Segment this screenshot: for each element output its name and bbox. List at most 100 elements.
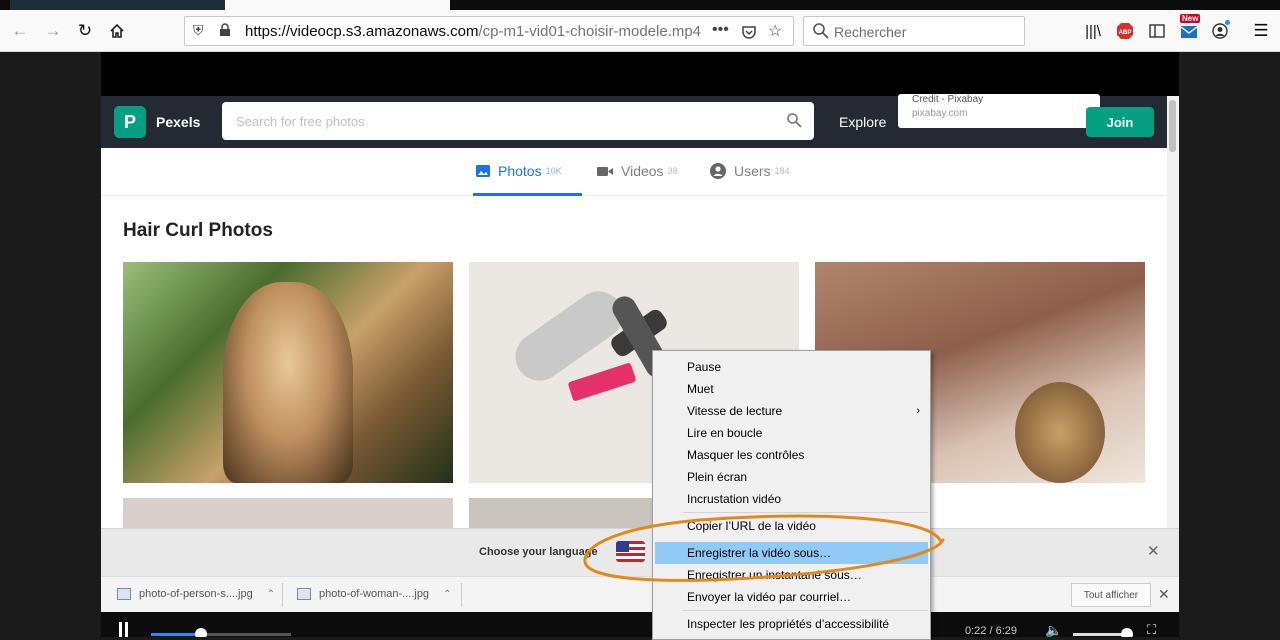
pexels-logo: P [114, 106, 146, 138]
menu-separator [683, 512, 928, 513]
file-icon [117, 588, 131, 600]
menu-item-label: Muet [687, 382, 714, 396]
page-actions-icon[interactable]: ••• [712, 21, 729, 39]
menu-item-loop[interactable]: Lire en boucle [655, 422, 928, 444]
tab-active[interactable] [225, 0, 450, 10]
pexels-page: Photos 10K Videos 38 Users 184 Hair Curl Ph… [101, 148, 1167, 538]
home-icon[interactable] [106, 20, 128, 42]
back-icon[interactable]: ← [9, 20, 31, 42]
menu-item-save-video-as[interactable]: Enregistrer la vidéo sous… [655, 542, 928, 564]
video-camera-icon [597, 166, 613, 176]
library-icon[interactable]: |||\ [1082, 20, 1104, 42]
tracking-shield-icon[interactable]: ⛨ [193, 22, 204, 39]
tab-label: Users [734, 163, 771, 179]
extension-new-icon[interactable]: New [1178, 14, 1201, 42]
menu-item-label: Enregistrer la vidéo sous… [687, 546, 832, 560]
downloads-shelf: photo-of-person-s....jpg ⌃ photo-of-woma… [101, 576, 1179, 612]
context-menu: Pause Muet Vitesse de lecture › Lire en b… [652, 350, 931, 640]
menu-item-label: Copier l’URL de la vidéo [687, 519, 816, 533]
menu-item-copy-video-url[interactable]: Copier l’URL de la vidéo [655, 515, 928, 537]
menu-item-hide-controls[interactable]: Masquer les contrôles [655, 444, 928, 466]
language-bar-close-icon: ✕ [1147, 543, 1160, 560]
downloads-close-icon: ✕ [1158, 586, 1170, 602]
url-text: https://videocp.s3.amazonaws.com/cp-m1-v… [245, 23, 702, 40]
menu-item-label: Vitesse de lecture [687, 404, 783, 418]
volume-icon[interactable]: 🔈 [1045, 622, 1062, 637]
pocket-icon[interactable] [741, 21, 757, 45]
photo-woman-curly-hair [123, 262, 453, 483]
reload-icon[interactable]: ↻ [74, 20, 96, 42]
menu-item-mute[interactable]: Muet [655, 378, 928, 400]
bookmark-star-icon[interactable]: ☆ [768, 21, 782, 41]
seek-bar-fill [151, 633, 201, 636]
new-badge: New [1180, 14, 1201, 23]
seek-knob[interactable] [195, 628, 207, 637]
menu-separator [683, 610, 928, 611]
submenu-arrow-icon: › [916, 405, 920, 417]
fullscreen-icon[interactable]: ⛶ [1147, 622, 1156, 637]
volume-knob[interactable] [1121, 628, 1133, 637]
menu-icon[interactable]: ☰ [1250, 20, 1272, 42]
menu-item-label: Inspecter les propriétés d’accessibilité [687, 617, 890, 631]
menu-item-inspect-accessibility[interactable]: Inspecter les propriétés d’accessibilité [655, 613, 928, 635]
pexels-header: P Pexels Search for free photos Explore … [101, 94, 1179, 148]
video-player[interactable]: P Pexels Search for free photos Explore … [101, 52, 1179, 637]
tab-count: 38 [667, 166, 678, 176]
language-bar: Choose your language ✕ [101, 528, 1179, 576]
menu-item-save-snapshot-as[interactable]: Enregistrer un instantané sous… [655, 564, 928, 586]
pexels-tab-videos: Videos 38 [597, 163, 678, 179]
download-separator [461, 583, 462, 607]
address-bar[interactable]: ⛨ https://videocp.s3.amazonaws.com/cp-m1… [184, 16, 794, 46]
seek-bar[interactable] [151, 633, 291, 636]
menu-item-label: Lire en boucle [687, 426, 763, 440]
search-bar[interactable]: Rechercher [803, 16, 1025, 46]
menu-item-picture-in-picture[interactable]: Incrustation vidéo [655, 488, 928, 510]
download-filename: photo-of-woman-....jpg [319, 588, 430, 600]
time-display: 0:22 / 6:29 [965, 625, 1017, 637]
video-controls: 0:22 / 6:29 🔈 ⛶ [101, 612, 1179, 637]
forward-icon[interactable]: → [42, 20, 64, 42]
search-icon [813, 23, 829, 39]
tab-strip [0, 0, 1280, 10]
tab-label: Videos [621, 163, 664, 179]
menu-item-label: Masquer les contrôles [687, 448, 805, 462]
pexels-tab-users: Users 184 [710, 163, 790, 179]
tab-count: 184 [774, 166, 790, 176]
pexels-credit-popup: Credit - Pixabay pixabay.com [898, 94, 1100, 128]
download-filename: photo-of-person-s....jpg [139, 588, 253, 600]
download-separator [282, 583, 283, 607]
photo-icon [476, 165, 490, 177]
popup-line-1: Credit - Pixabay [912, 94, 984, 105]
menu-item-label: Incrustation vidéo [687, 492, 782, 506]
svg-text:ABP: ABP [1119, 30, 1132, 36]
menu-item-fullscreen[interactable]: Plein écran [655, 466, 928, 488]
pexels-search-icon [787, 113, 802, 128]
download-item: photo-of-person-s....jpg ⌃ [117, 588, 275, 600]
menu-item-pause[interactable]: Pause [655, 356, 928, 378]
pexels-tabs: Photos 10K Videos 38 Users 184 [101, 148, 1167, 196]
lock-icon[interactable] [219, 23, 231, 37]
account-icon[interactable] [1209, 20, 1231, 42]
menu-item-label: Pause [687, 360, 722, 374]
show-all-downloads: Tout afficher [1071, 583, 1151, 607]
tab-count: 10K [545, 166, 562, 176]
search-placeholder: Rechercher [834, 24, 907, 40]
navigation-toolbar: ← → ↻ ⛨ https://videocp.s3.amazonaws.com… [0, 10, 1280, 52]
us-flag-icon [616, 541, 645, 562]
menu-item-email-video[interactable]: Envoyer la vidéo par courriel… [655, 586, 928, 608]
pause-icon[interactable] [119, 622, 129, 637]
download-item: photo-of-woman-....jpg ⌃ [297, 588, 451, 600]
page-title: Hair Curl Photos [123, 220, 273, 241]
pexels-explore: Explore [839, 114, 887, 130]
sidebar-icon[interactable] [1146, 20, 1168, 42]
account-dot [1225, 20, 1230, 25]
tab-previous[interactable] [10, 0, 225, 10]
menu-item-label: Envoyer la vidéo par courriel… [687, 590, 852, 604]
menu-item-playback-speed[interactable]: Vitesse de lecture › [655, 400, 928, 422]
active-tab-underline [473, 193, 582, 196]
pexels-tab-photos: Photos 10K [476, 163, 562, 179]
chevron-up-icon: ⌃ [266, 588, 276, 600]
adblock-icon[interactable]: ABP [1114, 20, 1136, 42]
popup-line-2: pixabay.com [912, 108, 968, 119]
menu-item-label: Plein écran [687, 470, 748, 484]
